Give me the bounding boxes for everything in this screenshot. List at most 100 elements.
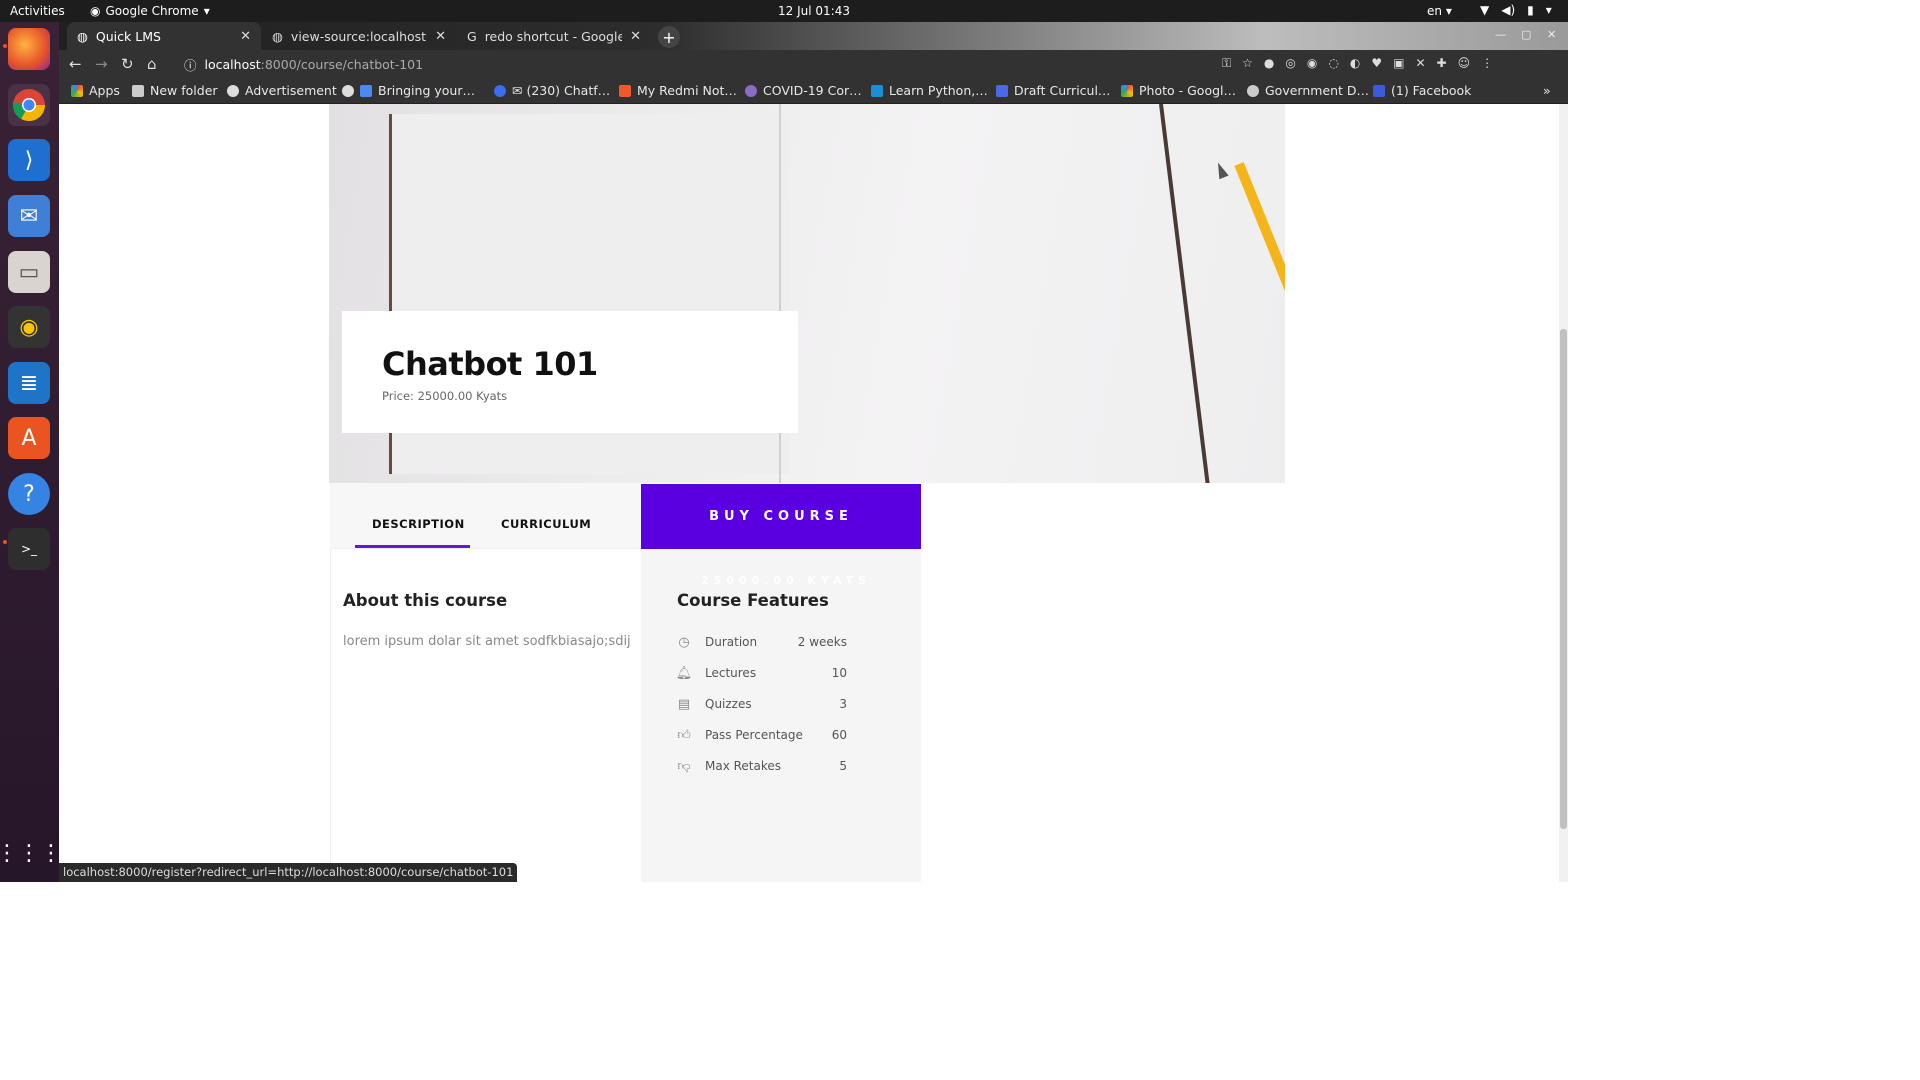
about-text: lorem ipsum dolar sit amet sodfkbiasajo;… [343, 634, 631, 649]
files-icon[interactable]: ▭ [8, 251, 50, 293]
extension-icon[interactable]: ♥ [1371, 56, 1382, 71]
tab-strip: ◍ Quick LMS ✕ ◍ view-source:localhost:80… [59, 22, 1568, 50]
address-bar[interactable]: ⓘ localhost:8000/course/chatbot-101 [176, 53, 1294, 75]
maximize-icon[interactable]: ▢ [1521, 28, 1531, 41]
feature-value: 3 [839, 697, 847, 711]
notebook-edge [1159, 104, 1211, 483]
star-icon[interactable]: ☆ [1242, 56, 1253, 71]
ghost-price: 25000.00 KYATS [701, 574, 872, 587]
info-icon: ⓘ [184, 57, 197, 73]
url-host: localhost [204, 56, 261, 72]
page-content: Chatbot 101 Price: 25000.00 Kyats DESCRI… [59, 104, 1568, 882]
system-tray[interactable]: ▼ ◀) ▮ ▾ [1480, 3, 1552, 17]
chrome-icon[interactable] [8, 84, 50, 126]
govt-icon [1247, 84, 1259, 97]
terminal-icon[interactable]: >_ [8, 528, 50, 570]
feature-value: 60 [831, 728, 847, 742]
running-indicator [3, 540, 7, 544]
covid-icon [745, 84, 757, 97]
extension-icon[interactable]: ✕ [1415, 56, 1425, 71]
bookmark-learn-python[interactable]: Learn Python,… [871, 83, 988, 98]
feature-label: Lectures [705, 666, 757, 680]
back-icon[interactable]: ← [69, 55, 82, 73]
bookmark-label: Draft Curricul… [1014, 83, 1111, 98]
chevron-down-icon: ▾ [1545, 3, 1552, 17]
apps-grid-icon [71, 84, 83, 97]
minimize-icon[interactable]: — [1495, 28, 1506, 41]
writer-icon[interactable]: ≣ [8, 362, 50, 404]
folder-icon [132, 84, 144, 97]
bookmarks-bar: Apps New folder Advertisement Bringing y… [59, 78, 1568, 104]
new-tab-button[interactable]: + [658, 26, 680, 48]
tab-title: view-source:localhost:8000 [290, 28, 427, 44]
clipboard-icon: ▤ [677, 696, 691, 712]
bookmark-apps[interactable]: Apps [71, 83, 120, 98]
battery-icon: ▮ [1527, 3, 1534, 17]
thunderbird-icon[interactable]: ✉ [8, 195, 50, 237]
reload-icon[interactable]: ↻ [121, 55, 134, 73]
clock[interactable]: 12 Jul 01:43 [0, 4, 1628, 18]
extension-icon[interactable]: ◉ [1307, 56, 1317, 71]
bookmark-chatfuel[interactable]: ✉ (230) Chatf… [494, 83, 610, 98]
feature-pass-percentage: 👍︎ Pass Percentage 60 [677, 727, 847, 743]
globe-icon [227, 84, 239, 97]
clock-icon: ◷ [678, 634, 690, 650]
bookmark-draft-curriculum[interactable]: Draft Curricul… [996, 83, 1110, 98]
bookmark-redmi[interactable]: My Redmi Not… [619, 83, 737, 98]
menu-icon[interactable]: ⋮ [1481, 56, 1493, 71]
course-title-card: Chatbot 101 Price: 25000.00 Kyats [342, 311, 798, 433]
show-apps-icon[interactable]: ⋮⋮⋮ [0, 832, 62, 874]
bookmark-bringing[interactable]: Bringing your… [342, 83, 475, 98]
extension-icon[interactable]: ◎ [1285, 56, 1295, 71]
tab-curriculum[interactable]: CURRICULUM [501, 517, 591, 531]
language-indicator[interactable]: en ▾ [1427, 4, 1452, 18]
feature-label: Pass Percentage [705, 728, 803, 742]
puzzle-icon[interactable]: ✚ [1437, 56, 1447, 71]
dock: ⟩ ✉ ▭ ◉ ≣ A ? >_ ⋮⋮⋮ [0, 22, 62, 882]
bookmark-facebook[interactable]: (1) Facebook [1373, 83, 1471, 98]
bookmark-new-folder[interactable]: New folder [132, 83, 218, 98]
bookmark-government[interactable]: Government D… [1247, 83, 1369, 98]
bookmark-photo[interactable]: Photo - Googl… [1121, 83, 1236, 98]
close-icon[interactable]: ✕ [630, 29, 641, 44]
scrollbar-thumb[interactable] [1560, 329, 1567, 829]
close-window-icon[interactable]: ✕ [1547, 28, 1556, 41]
bookmark-label: ✉ (230) Chatf… [512, 83, 611, 98]
feature-value: 10 [831, 666, 847, 680]
tab-view-source[interactable]: ◍ view-source:localhost:8000 ✕ [262, 22, 456, 50]
thumbs-up-icon: 👍︎ [677, 727, 691, 743]
tab-description[interactable]: DESCRIPTION [372, 517, 465, 531]
extension-icon[interactable]: ▣ [1393, 56, 1404, 71]
bookmark-label: (1) Facebook [1391, 83, 1472, 98]
course-features-panel: 25000.00 KYATS Course Features ◷ Duratio… [641, 549, 921, 882]
tab-quick-lms[interactable]: ◍ Quick LMS ✕ [67, 22, 261, 50]
vscode-icon[interactable]: ⟩ [8, 139, 50, 181]
close-icon[interactable]: ✕ [240, 29, 251, 44]
software-center-icon[interactable]: A [8, 417, 50, 459]
forward-icon[interactable]: → [95, 55, 108, 73]
feature-label: Duration [705, 635, 758, 649]
tab-google-search[interactable]: G redo shortcut - Google Se ✕ [457, 22, 651, 50]
bookmark-label: My Redmi Not… [637, 83, 737, 98]
wifi-icon: ▼ [1480, 3, 1490, 17]
bookmark-covid[interactable]: COVID-19 Cor… [745, 83, 862, 98]
bookmark-advertisement[interactable]: Advertisement [227, 83, 337, 98]
key-icon[interactable]: ⚿ [1222, 56, 1231, 71]
more-bookmarks-icon[interactable]: » [1543, 83, 1551, 98]
course-price: Price: 25000.00 Kyats [382, 389, 508, 403]
rhythmbox-icon[interactable]: ◉ [8, 306, 50, 348]
help-icon[interactable]: ? [8, 473, 50, 515]
facebook-icon [1373, 84, 1385, 97]
home-icon[interactable]: ⌂ [147, 55, 157, 73]
buy-course-button[interactable]: BUY COURSE [641, 484, 921, 549]
page-scrollbar[interactable] [1559, 104, 1568, 882]
system-top-bar: Activities ◉ Google Chrome ▾ 12 Jul 01:4… [0, 0, 1568, 22]
close-icon[interactable]: ✕ [435, 29, 446, 44]
chatfuel-icon [494, 84, 506, 97]
profile-avatar[interactable]: ☺ [1458, 56, 1471, 71]
extension-icon[interactable]: ● [1264, 56, 1274, 71]
firefox-icon[interactable] [8, 28, 50, 70]
feature-duration: ◷ Duration 2 weeks [677, 634, 847, 650]
extension-icon[interactable]: ◐ [1350, 56, 1360, 71]
extension-icon[interactable]: ◌ [1328, 56, 1338, 71]
